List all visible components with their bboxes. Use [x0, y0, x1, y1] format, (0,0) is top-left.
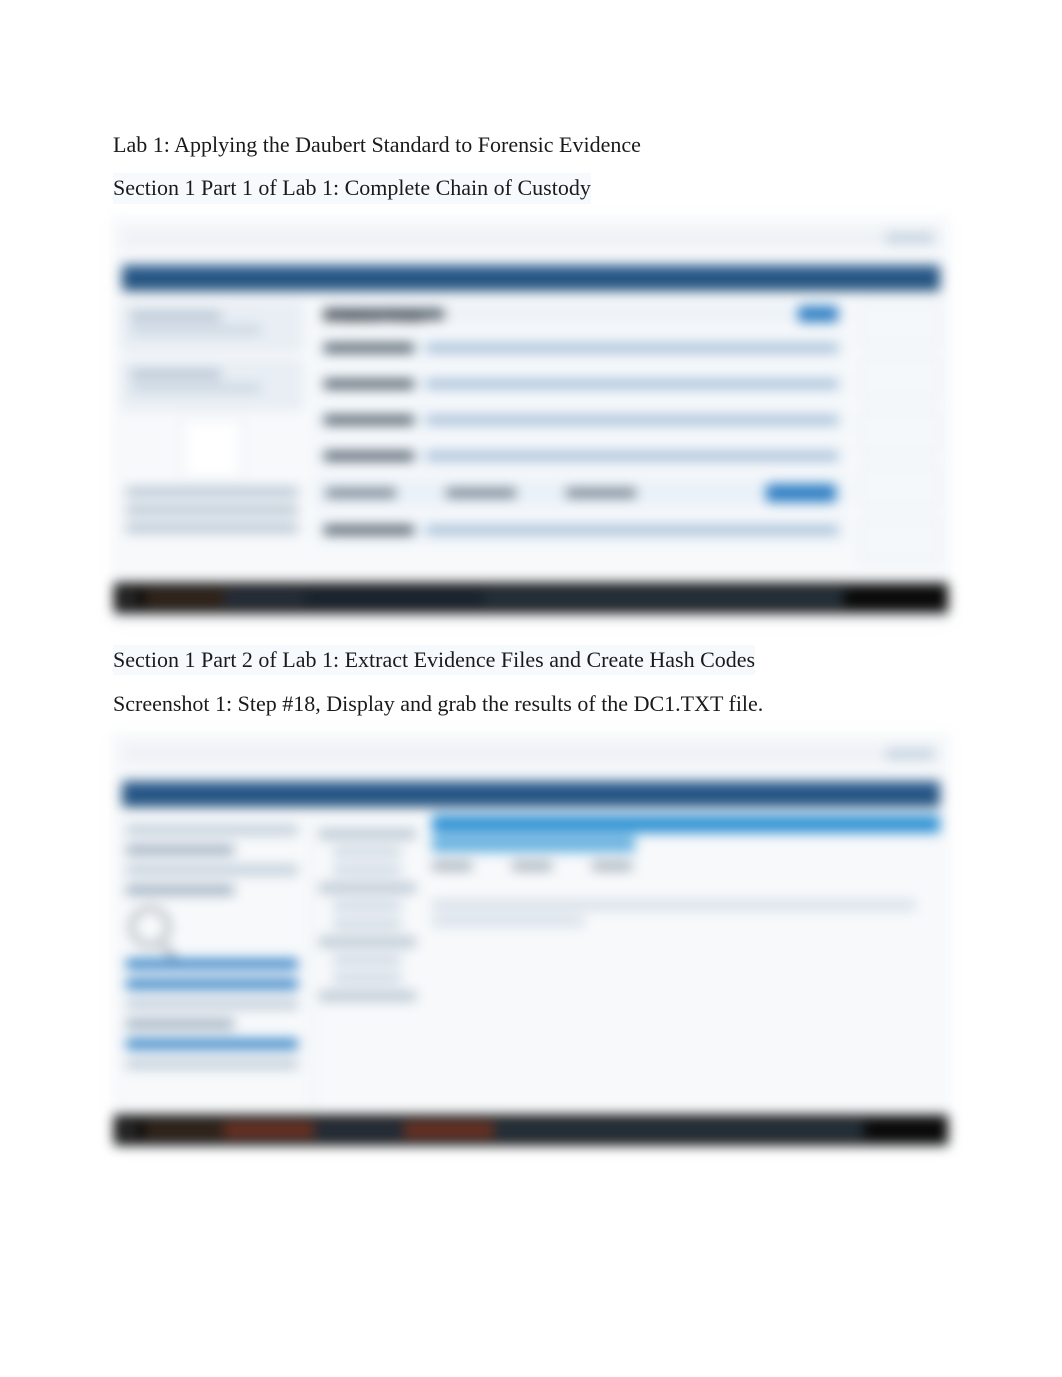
- taskbar-apps[interactable]: [144, 591, 844, 605]
- app-header-bar: [122, 781, 940, 807]
- field-label: [324, 452, 414, 460]
- col-label: [512, 862, 552, 870]
- hash-output-line: [432, 916, 584, 926]
- form-row: [316, 407, 846, 433]
- tree-node[interactable]: [319, 937, 416, 947]
- tree-node[interactable]: [333, 955, 401, 965]
- right-panel-card: [860, 357, 940, 399]
- table-col: [566, 489, 636, 497]
- field-value: [426, 452, 838, 460]
- tree-node[interactable]: [333, 865, 401, 875]
- sidebar-line: [126, 845, 234, 855]
- right-panel-card: [860, 303, 940, 345]
- right-panel-card: [860, 465, 940, 507]
- sidebar-line-selected[interactable]: [126, 979, 298, 989]
- file-tree[interactable]: [312, 815, 422, 1115]
- right-panel-card: [860, 519, 940, 561]
- results-header-primary: [432, 815, 940, 833]
- table-col: [446, 489, 516, 497]
- col-label: [592, 862, 632, 870]
- tree-node[interactable]: [319, 829, 416, 839]
- field-value: [426, 344, 838, 352]
- results-columns: [432, 862, 940, 870]
- section-1-part-2-heading: Section 1 Part 2 of Lab 1: Extract Evide…: [113, 645, 755, 676]
- hash-output-line: [432, 900, 915, 910]
- app-header-bar: [122, 265, 940, 291]
- form-status-pill: [798, 306, 838, 322]
- form-panel: Evidence Form: [316, 303, 846, 583]
- field-label: [324, 416, 414, 424]
- tree-node[interactable]: [319, 991, 416, 1001]
- field-value: [426, 526, 838, 534]
- browser-address-bar: [122, 745, 940, 763]
- form-title: Evidence Form: [324, 309, 444, 319]
- sidebar-line: [126, 487, 298, 497]
- right-panel-card: [860, 411, 940, 453]
- sidebar-line-selected[interactable]: [126, 959, 298, 969]
- sidebar-line: [126, 523, 298, 533]
- sidebar-line: [126, 885, 234, 895]
- field-label: [324, 344, 414, 352]
- section-1-part-1-heading: Section 1 Part 1 of Lab 1: Complete Chai…: [113, 173, 591, 204]
- sidebar-line: [126, 999, 298, 1009]
- tree-node[interactable]: [333, 847, 401, 857]
- field-value: [426, 380, 838, 388]
- form-row: [316, 517, 846, 543]
- primary-action-button[interactable]: [766, 484, 836, 502]
- sidebar-card: [122, 303, 302, 351]
- results-pane: [432, 815, 940, 1115]
- results-header-secondary: [432, 836, 635, 852]
- sidebar-line: [126, 505, 298, 515]
- windows-taskbar: [114, 583, 948, 613]
- sidebar-line: [126, 825, 298, 835]
- form-title-row: Evidence Form: [316, 303, 846, 325]
- left-sidebar: [122, 815, 302, 1115]
- screenshot-hash-results: [113, 734, 949, 1149]
- form-row: [316, 335, 846, 361]
- tree-node[interactable]: [333, 919, 401, 929]
- sidebar-card: [122, 361, 302, 409]
- form-table-header: [316, 479, 846, 507]
- start-button-icon[interactable]: [122, 1123, 136, 1137]
- field-label: [324, 380, 414, 388]
- field-value: [426, 416, 838, 424]
- sidebar-line: [126, 1019, 234, 1029]
- lab-title: Lab 1: Applying the Daubert Standard to …: [113, 130, 949, 161]
- sidebar-line: [126, 865, 298, 875]
- start-button-icon[interactable]: [122, 591, 136, 605]
- left-sidebar: [122, 303, 302, 583]
- field-label: [324, 526, 414, 534]
- form-row: [316, 443, 846, 469]
- tree-node[interactable]: [319, 883, 416, 893]
- tree-node[interactable]: [333, 973, 401, 983]
- search-icon: [130, 907, 170, 947]
- browser-address-bar: [122, 229, 940, 247]
- screenshot-chain-of-custody: Evidence Form: [113, 218, 949, 623]
- windows-taskbar: [114, 1115, 948, 1145]
- table-col: [326, 489, 396, 497]
- right-panel: [860, 303, 940, 583]
- sidebar-thumbnail: [182, 419, 242, 479]
- screenshot-1-caption: Screenshot 1: Step #18, Display and grab…: [113, 689, 949, 720]
- sidebar-line-selected[interactable]: [126, 1039, 298, 1049]
- sidebar-line: [126, 1059, 298, 1069]
- col-label: [432, 862, 472, 870]
- tree-node[interactable]: [333, 901, 401, 911]
- form-row: [316, 371, 846, 397]
- taskbar-apps[interactable]: [144, 1123, 864, 1137]
